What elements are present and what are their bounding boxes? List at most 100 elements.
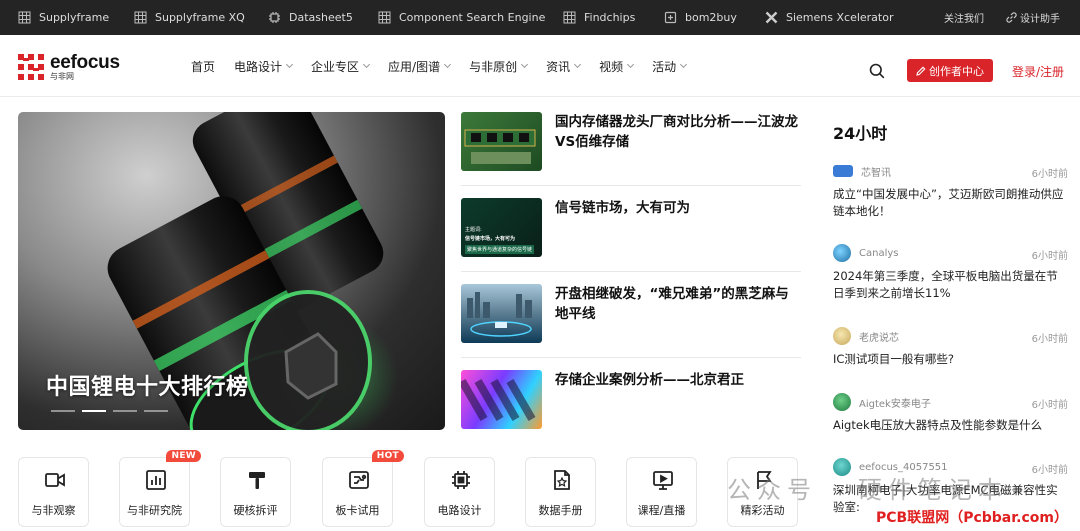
follow-us-link[interactable]: 关注我们 [944, 0, 984, 35]
watermark-text: 公众号 · 硬件笔记本 [727, 476, 1008, 504]
nav-item-video[interactable]: 视频 [599, 58, 635, 75]
avatar [833, 393, 851, 411]
nav-label: 与非原创 [469, 59, 518, 74]
hammer-icon [249, 472, 265, 489]
quick-link-teardown[interactable]: 硬核拆评 [220, 457, 291, 527]
topbar-link-supplyframe-xq[interactable]: Supplyframe XQ [134, 0, 245, 35]
chevron-down-icon [444, 60, 452, 69]
chevron-down-icon [285, 60, 294, 69]
pen-icon [916, 66, 926, 76]
video-icon [45, 473, 65, 487]
news-thumbnail [461, 112, 542, 171]
latest-title: IC测试项目一般有哪些? [833, 352, 955, 366]
nav-item-original[interactable]: 与非原创 [469, 58, 529, 75]
topbar-label: Datasheet5 [289, 11, 353, 24]
nav-label: 应用/图谱 [388, 59, 441, 74]
news-item[interactable]: 主题词: 信号链市场，大有可为 聚焦世界与通道复杂的信号链 信号链市场，大有可为 [461, 198, 801, 258]
grid-icon [18, 11, 31, 24]
topbar-label: Component Search Engine [399, 11, 546, 24]
bar-chart-icon [146, 470, 166, 490]
topbar-link-findchips[interactable]: Findchips [563, 0, 635, 35]
divider [461, 271, 801, 272]
quick-link-board-trial[interactable]: 板卡试用 HOT [322, 450, 404, 527]
quick-link-label: 与非观察 [31, 504, 76, 517]
latest-item[interactable]: Canalys 6小时前 2024年第三季度，全球平板电脑出货量在节日季到来之前… [833, 244, 1068, 302]
quick-link-datasheet[interactable]: 数据手册 [525, 457, 596, 527]
quick-link-label: 电路设计 [437, 504, 482, 517]
news-title: 国内存储器龙头厂商对比分析——江波龙VS佰维存储 [555, 114, 798, 150]
news-title: 存储企业案例分析——北京君正 [555, 372, 744, 388]
quick-link-courses-live[interactable]: 课程/直播 [626, 457, 697, 527]
quick-link-label: 数据手册 [538, 504, 583, 517]
news-item[interactable]: 开盘相继破发，“难兄难弟”的黑芝麻与地平线 [461, 284, 801, 344]
quick-link-observation[interactable]: 与非观察 [18, 457, 89, 527]
source-name: Canalys [859, 247, 899, 259]
topbar-link-datasheet5[interactable]: Datasheet5 [268, 0, 353, 35]
x-logo-icon [765, 11, 778, 24]
news-title: 开盘相继破发，“难兄难弟”的黑芝麻与地平线 [555, 286, 789, 322]
grid-icon [134, 11, 147, 24]
hero-carousel[interactable]: 中国锂电十大排行榜 [18, 112, 445, 430]
latest-item[interactable]: Aigtek安泰电子 6小时前 Aigtek电压放大器特点及性能参数是什么 [833, 393, 1068, 434]
creator-center-button[interactable]: 创作者中心 [907, 59, 993, 82]
hero-caption[interactable]: 中国锂电十大排行榜 [46, 369, 249, 401]
divider [461, 357, 801, 358]
design-assistant-link[interactable]: 设计助手 [1006, 0, 1060, 35]
carousel-dot[interactable] [51, 410, 75, 412]
news-thumbnail: 主题词: 信号链市场，大有可为 聚焦世界与通道复杂的信号链 [461, 198, 542, 257]
design-assistant-label: 设计助手 [1020, 14, 1060, 25]
quick-link-research[interactable]: 与非研究院 NEW [119, 450, 201, 527]
latest-item[interactable]: 老虎说芯 6小时前 IC测试项目一般有哪些? [833, 327, 1068, 368]
latest-title: 2024年第三季度，全球平板电脑出货量在节日季到来之前增长11% [833, 269, 1058, 300]
carousel-dot[interactable] [144, 410, 168, 412]
topbar-link-component-search-engine[interactable]: Component Search Engine [378, 0, 545, 35]
hot-badge: HOT [371, 450, 404, 462]
login-register-link[interactable]: 登录/注册 [1012, 63, 1064, 80]
nav-item-applications[interactable]: 应用/图谱 [388, 58, 452, 75]
topbar-link-supplyframe[interactable]: Supplyframe [18, 0, 109, 35]
timestamp: 6小时前 [1031, 169, 1068, 180]
chevron-down-icon [680, 60, 688, 69]
thumb-caption: 聚焦世界与通道复杂的信号链 [465, 245, 535, 254]
chevron-down-icon [574, 60, 582, 69]
news-item[interactable]: 国内存储器龙头厂商对比分析——江波龙VS佰维存储 [461, 112, 801, 172]
main-nav: 首页 电路设计 企业专区 应用/图谱 与非原创 资讯 视频 活动 [191, 35, 705, 97]
topbar-link-siemens-xcelerator[interactable]: Siemens Xcelerator [765, 0, 894, 35]
nav-item-enterprise[interactable]: 企业专区 [311, 58, 371, 75]
topbar-label: Supplyframe XQ [155, 11, 245, 24]
chevron-down-icon [363, 60, 371, 69]
topbar-link-bom2buy[interactable]: bom2buy [664, 0, 737, 35]
quick-link-label: 与非研究院 [127, 504, 182, 517]
logo-text-en: eefocus [50, 52, 120, 73]
board-icon [349, 471, 369, 489]
link-icon [1006, 12, 1017, 23]
quick-link-circuit-design[interactable]: 电路设计 [424, 457, 495, 527]
grid-icon [378, 11, 391, 24]
topbar-label: Findchips [584, 11, 636, 24]
search-icon[interactable] [869, 63, 885, 79]
quick-link-label: 硬核拆评 [233, 504, 278, 517]
chip-icon [269, 12, 280, 23]
box-icon [664, 11, 677, 24]
topbar-label: Siemens Xcelerator [786, 11, 894, 24]
latest-title: Aigtek电压放大器特点及性能参数是什么 [833, 418, 1043, 432]
nav-item-events[interactable]: 活动 [652, 58, 688, 75]
nav-item-news[interactable]: 资讯 [546, 58, 582, 75]
nav-label: 资讯 [546, 59, 571, 74]
carousel-dot-active[interactable] [82, 410, 106, 412]
news-thumbnail [461, 370, 542, 429]
carousel-dot[interactable] [113, 410, 137, 412]
news-thumbnail [461, 284, 542, 343]
chevron-down-icon [627, 60, 635, 69]
nav-item-circuit-design[interactable]: 电路设计 [234, 58, 294, 75]
site-logo[interactable]: eefocus 与非网 [18, 53, 120, 81]
follow-us-label: 关注我们 [944, 14, 984, 25]
logo-text-cn: 与非网 [50, 72, 74, 81]
source-name: 老虎说芯 [859, 332, 899, 344]
latest-item[interactable]: 芯智讯 6小时前 成立“中国发展中心”，艾迈斯欧司朗推动供应链本地化！ [833, 162, 1068, 220]
news-item[interactable]: 存储企业案例分析——北京君正 [461, 370, 801, 430]
panel-title: 24小时 [833, 124, 888, 143]
nav-item-home[interactable]: 首页 [191, 58, 215, 75]
document-icon [554, 470, 570, 490]
timestamp: 6小时前 [1031, 251, 1068, 262]
